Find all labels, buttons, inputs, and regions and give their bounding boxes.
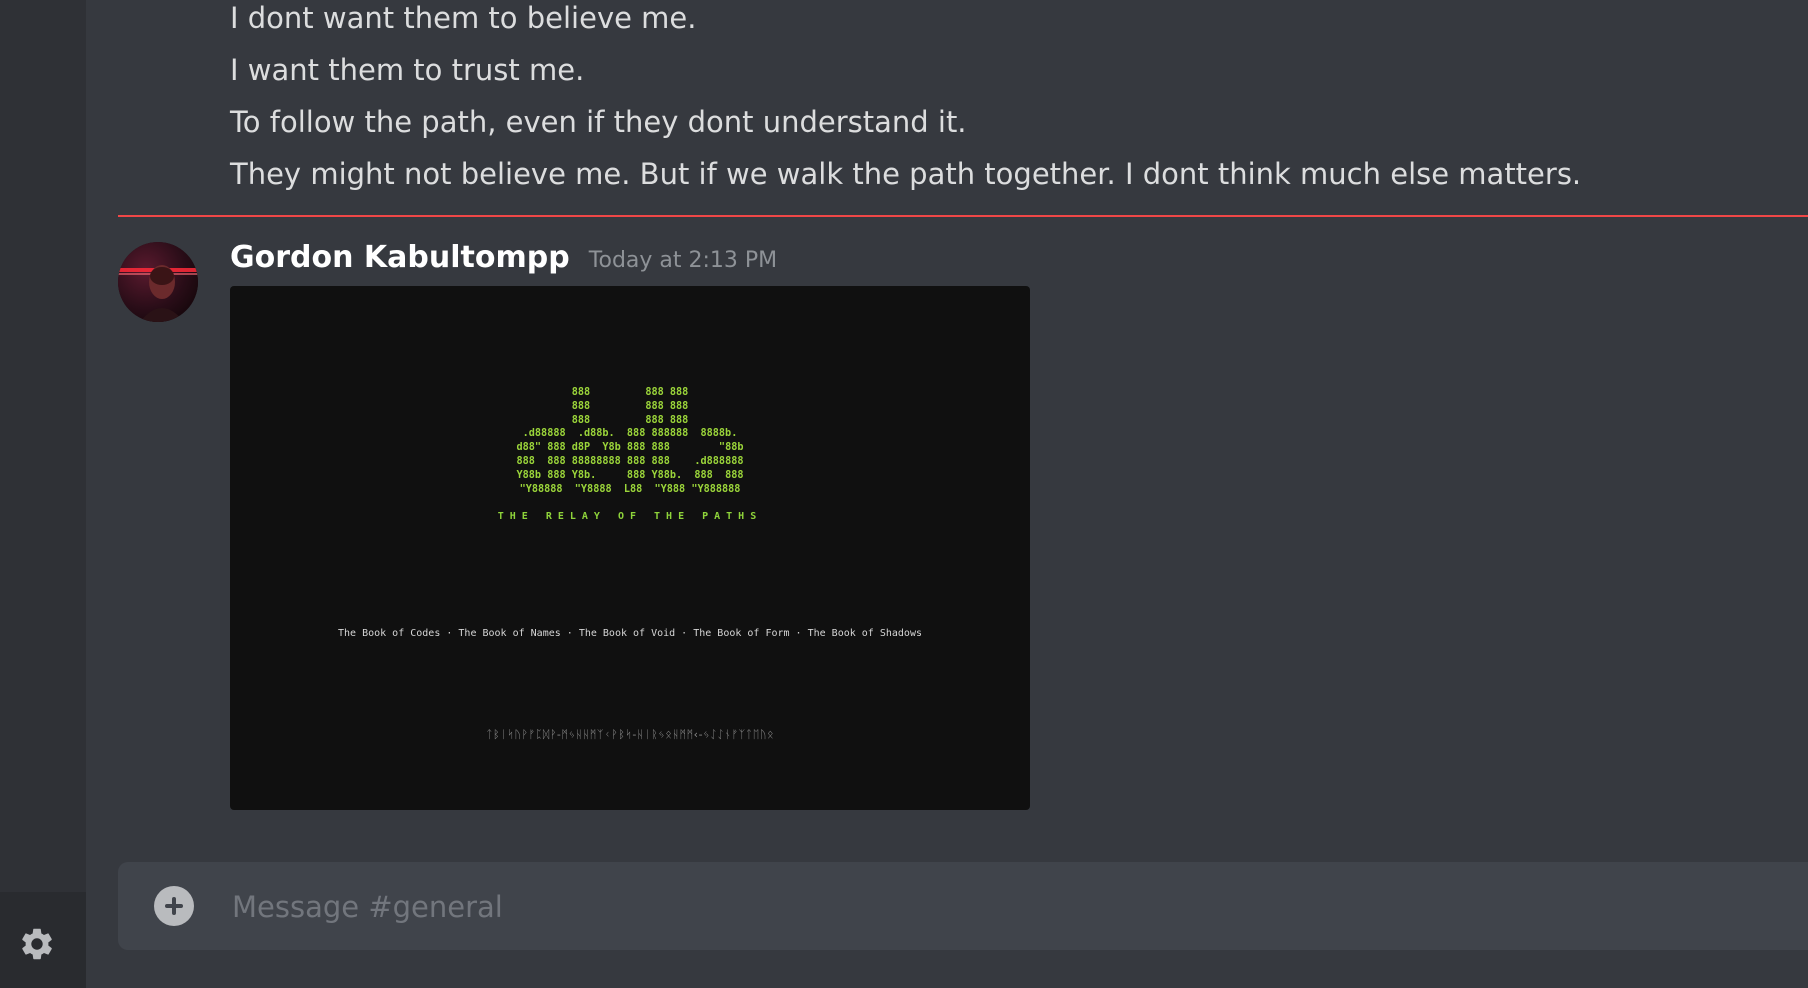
new-messages-divider xyxy=(118,215,1808,217)
message-composer xyxy=(118,862,1808,950)
message-line: I dont want them to believe me. xyxy=(230,1,697,35)
attachment-title: THE RELAY OF THE PATHS xyxy=(497,511,763,522)
runic-text: ᛏᛒᛁᛋᚢᚹᚠᛈᛞᚹ-ᛗᛃᚺᚺᛗᛉᚲᚹᛒᛋ-ᚺᛁᚱᛃᛟᚺᛗᛗ‹-ᛃᛇᛇᚾᚠᛉᛏᛖ… xyxy=(485,728,775,741)
avatar[interactable] xyxy=(118,242,198,322)
book-list: The Book of Codes · The Book of Names · … xyxy=(338,628,922,639)
chat-area: I dont want them to believe me. I want t… xyxy=(86,0,1808,988)
avatar-image xyxy=(118,242,198,322)
user-panel xyxy=(0,892,86,988)
message-line: I want them to trust me. xyxy=(230,53,585,87)
message-line: To follow the path, even if they dont un… xyxy=(230,105,967,139)
server-sidebar xyxy=(0,0,86,988)
gear-icon[interactable] xyxy=(18,925,56,963)
image-attachment[interactable]: 888 888 888 888 888 888 888 888 888 .d88… xyxy=(230,286,1030,810)
message-header: Gordon Kabultompp Today at 2:13 PM xyxy=(230,240,777,275)
author-name[interactable]: Gordon Kabultompp xyxy=(230,240,570,275)
plus-circle-icon[interactable] xyxy=(154,886,194,926)
previous-message: I dont want them to believe me. I want t… xyxy=(230,0,1581,200)
timestamp: Today at 2:13 PM xyxy=(588,248,778,273)
message-input[interactable] xyxy=(230,880,1788,934)
ascii-art: 888 888 888 888 888 888 888 888 888 .d88… xyxy=(516,387,744,495)
message-line: They might not believe me. But if we wal… xyxy=(230,157,1582,191)
